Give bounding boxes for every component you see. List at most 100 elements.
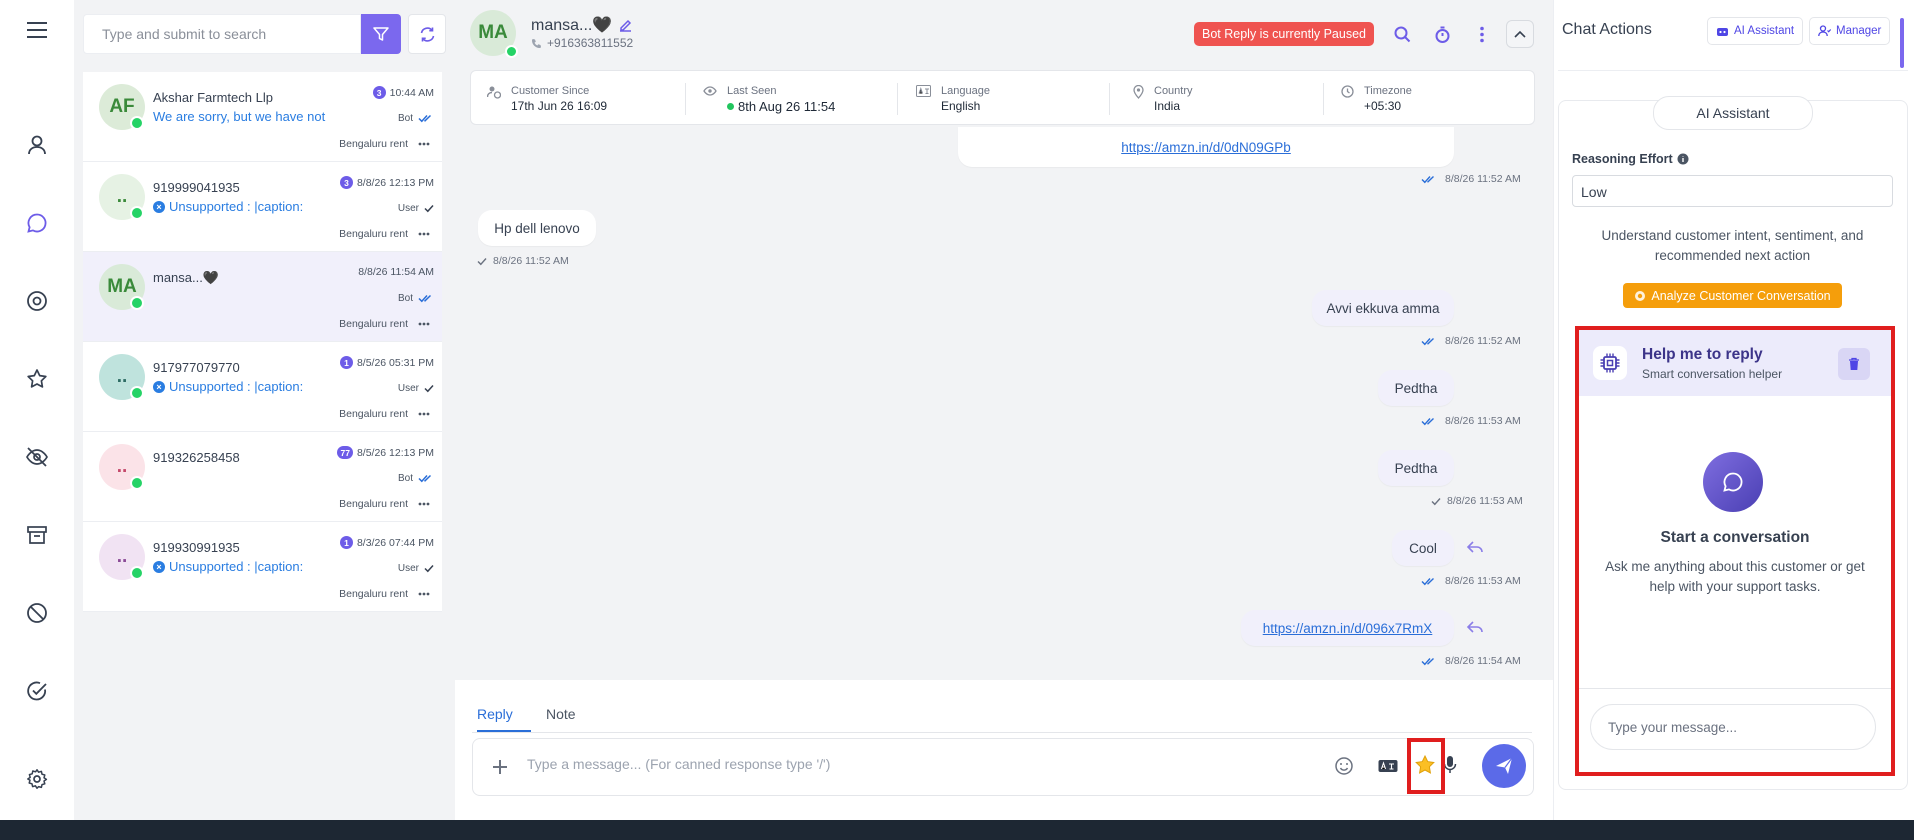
conversation-item[interactable]: .. 919326258458 77 8/5/26 12:13 PM Bot Bengal… — [83, 432, 442, 522]
emoji-icon[interactable] — [1334, 756, 1354, 776]
send-button[interactable] — [1482, 744, 1526, 788]
search-icon[interactable] — [1390, 22, 1414, 46]
message-link[interactable]: https://amzn.in/d/096x7RmX — [1263, 621, 1433, 636]
ai-assistant-button[interactable]: AI Assistant — [1707, 17, 1804, 45]
collapse-button[interactable] — [1506, 20, 1534, 48]
archive-icon[interactable] — [21, 519, 53, 551]
read-check-icon — [1421, 175, 1439, 184]
translate-icon[interactable] — [1378, 758, 1398, 774]
message-link-bubble[interactable]: https://amzn.in/d/0dN09GPb — [958, 127, 1454, 167]
whatsapp-icon — [130, 206, 144, 220]
tab-note[interactable]: Note — [546, 706, 576, 722]
last-sender-text: Bot — [397, 113, 413, 124]
contacts-icon[interactable] — [21, 129, 53, 161]
location-pin-icon — [1133, 85, 1144, 99]
robot-icon — [1717, 27, 1728, 36]
conversation-name: 919930991935 — [153, 540, 240, 555]
message-link-bubble[interactable]: https://amzn.in/d/096x7RmX — [1241, 610, 1454, 646]
info-icon — [1677, 153, 1689, 165]
conversation-preview: We are sorry, but we have not — [153, 109, 325, 124]
search-input[interactable]: Type and submit to search — [83, 14, 361, 54]
reply-arrow-icon[interactable] — [1466, 540, 1484, 558]
conversation-item[interactable]: .. 917977079770 × Unsupported : |caption: 1 8… — [83, 342, 442, 432]
tab-ai-assistant[interactable]: AI Assistant — [1653, 96, 1813, 130]
whatsapp-icon — [130, 476, 144, 490]
message-time: 8/8/26 11:53 AM — [1431, 495, 1523, 507]
conversation-preview-text: We are sorry, but we have not — [153, 109, 326, 124]
manager-button[interactable]: Manager — [1809, 17, 1891, 45]
conversation-item[interactable]: MA mansa...🖤 8/8/26 11:54 AM Bot Bengaluru r… — [83, 252, 442, 342]
language-value: English — [941, 99, 981, 113]
divider — [897, 83, 898, 115]
whatsapp-icon — [130, 116, 144, 130]
conversation-location: Bengaluru rent — [339, 498, 430, 510]
message-time: 8/8/26 11:52 AM — [1421, 173, 1521, 185]
star-icon[interactable] — [21, 363, 53, 395]
conversation-time: 3 10:44 AM — [372, 86, 434, 99]
microphone-icon[interactable] — [1443, 755, 1457, 775]
chat-icon[interactable] — [21, 207, 53, 239]
conversation-preview: × Unsupported : |caption: — [153, 379, 303, 394]
double-check-icon — [418, 474, 434, 483]
message-link[interactable]: https://amzn.in/d/0dN09GPb — [1121, 140, 1291, 155]
reasoning-effort-select[interactable]: Low — [1572, 175, 1893, 207]
message-placeholder: Type a message... (For canned response t… — [527, 756, 831, 772]
more-horizontal-icon[interactable] — [418, 232, 430, 236]
conversation-location: Bengaluru rent — [339, 318, 430, 330]
last-seen-label: Last Seen — [727, 85, 777, 97]
error-x-icon: × — [153, 200, 165, 213]
more-horizontal-icon[interactable] — [418, 412, 430, 416]
phone-icon — [532, 38, 541, 48]
whatsapp-badge-icon — [505, 45, 518, 58]
conversation-time-text: 8/5/26 05:31 PM — [356, 356, 434, 369]
check-icon — [424, 384, 434, 393]
timezone-value: +05:30 — [1364, 99, 1402, 113]
conversation-item[interactable]: AF Akshar Farmtech Llp We are sorry, but w… — [83, 72, 442, 162]
hidden-eye-icon[interactable] — [21, 441, 53, 473]
reply-arrow-icon[interactable] — [1466, 620, 1484, 638]
message-time: 8/8/26 11:53 AM — [1421, 415, 1521, 427]
settings-gear-icon[interactable] — [21, 763, 53, 795]
more-vertical-icon[interactable] — [1470, 22, 1494, 46]
filter-button[interactable] — [361, 14, 401, 54]
tab-reply[interactable]: Reply — [477, 706, 513, 722]
menu-icon[interactable] — [21, 14, 53, 46]
last-sender-text: User — [397, 203, 419, 214]
more-horizontal-icon[interactable] — [418, 502, 430, 506]
location-text: Bengaluru rent — [339, 228, 408, 240]
location-text: Bengaluru rent — [339, 588, 408, 600]
taskbar — [0, 820, 1914, 840]
refresh-button[interactable] — [408, 14, 446, 54]
customer-since-value: 17th Jun 26 16:09 — [511, 99, 608, 113]
last-sender: User — [398, 563, 434, 574]
message-time: 8/8/26 11:54 AM — [1421, 655, 1521, 667]
reasoning-effort-label: Reasoning Effort — [1572, 152, 1689, 166]
bot-paused-badge[interactable]: Bot Reply is currently Paused — [1194, 22, 1374, 46]
timer-icon[interactable] — [1430, 22, 1454, 46]
conversation-item[interactable]: .. 919930991935 × Unsupported : |caption: 1 8… — [83, 522, 442, 612]
divider — [1323, 83, 1324, 115]
online-dot — [727, 103, 734, 110]
manager-button-label: Manager — [1836, 25, 1882, 37]
blocked-icon[interactable] — [21, 597, 53, 629]
filter-icon — [373, 27, 389, 41]
more-horizontal-icon[interactable] — [418, 322, 430, 326]
more-horizontal-icon[interactable] — [418, 142, 430, 146]
message-text: Pedtha — [1394, 460, 1438, 476]
scrollbar[interactable] — [1900, 18, 1904, 68]
conversation-time: 3 8/8/26 12:13 PM — [339, 176, 434, 189]
message-time-text: 8/8/26 11:53 AM — [1445, 415, 1521, 427]
message-time: 8/8/26 11:52 AM — [1421, 335, 1521, 347]
resolved-check-icon[interactable] — [21, 675, 53, 707]
message-time-text: 8/8/26 11:54 AM — [1445, 655, 1521, 667]
message-bubble: Hp dell lenovo — [478, 210, 596, 246]
last-sender: User — [398, 383, 434, 394]
edit-icon[interactable] — [618, 18, 633, 33]
conversation-item[interactable]: .. 919999041935 × Unsupported : |caption: 3 8… — [83, 162, 442, 252]
conversation-name: Akshar Farmtech Llp — [153, 90, 273, 105]
last-seen-cell: Last Seen 8th Aug 26 11:54 — [703, 71, 835, 126]
attach-plus-icon[interactable] — [488, 752, 512, 782]
target-icon[interactable] — [21, 285, 53, 317]
analyze-conversation-button[interactable]: Analyze Customer Conversation — [1623, 283, 1842, 308]
more-horizontal-icon[interactable] — [418, 592, 430, 596]
